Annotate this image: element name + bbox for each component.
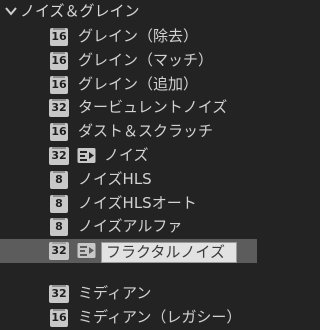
effect-item-fractal-noise[interactable]: 32 フラクタルノイズ [0,239,257,263]
animation-preset-icon [77,148,96,163]
effect-item-noise-alpha[interactable]: 8 ノイズアルファ [0,215,257,239]
bpc-16-icon: 16 [50,75,68,94]
effect-label: ノイズ [104,146,149,164]
effect-label: ノイズHLS [78,169,152,188]
bpc-32-icon: 32 [49,285,69,303]
bpc-8-icon: 8 [50,194,68,213]
effect-label: グレイン（追加） [78,74,199,93]
category-label: ノイズ＆グレイン [20,2,140,20]
effects-presets-panel: ノイズ＆グレイン 16 グレイン（除去） 16 グレイン（マッチ） 16 グレイ… [0,0,257,330]
effect-label: グレイン（除去） [78,27,199,45]
bpc-32-icon: 32 [49,242,69,260]
effect-item-noise-hls[interactable]: 8 ノイズHLS [0,168,257,192]
effect-item-grain-match[interactable]: 16 グレイン（マッチ） [0,49,257,73]
effect-item-median[interactable]: 32 ミディアン [0,282,257,306]
effect-item-turbulent-noise[interactable]: 32 タービュレントノイズ [0,96,257,120]
effect-item-grain-remove[interactable]: 16 グレイン（除去） [0,25,257,49]
chevron-down-icon[interactable] [4,4,18,18]
effect-label: ミディアン（レガシー） [78,307,242,326]
effect-item-median-legacy[interactable]: 16 ミディアン（レガシー） [0,306,257,330]
category-noise-grain[interactable]: ノイズ＆グレイン [0,0,257,23]
effect-label: ノイズHLSオート [78,193,197,212]
effect-item-dust-scratches[interactable]: 16 ダスト＆スクラッチ [0,120,257,144]
effect-label: ミディアン [78,284,152,302]
bpc-32-icon: 32 [49,147,69,165]
effect-label: ノイズアルファ [78,217,183,236]
effect-label: グレイン（マッチ） [78,50,214,69]
effect-label: タービュレントノイズ [78,98,228,117]
animation-preset-icon [77,243,96,258]
bpc-32-icon: 32 [49,99,69,118]
bpc-16-icon: 16 [50,28,68,46]
effect-label: ダスト＆スクラッチ [78,122,214,141]
bpc-16-icon: 16 [50,308,68,327]
bpc-8-icon: 8 [50,170,68,189]
effect-item-noise-hls-auto[interactable]: 8 ノイズHLSオート [0,192,257,216]
effect-name-edit-field[interactable]: フラクタルノイズ [101,242,237,263]
bpc-8-icon: 8 [50,218,68,237]
effect-item-grain-add[interactable]: 16 グレイン（追加） [0,73,257,97]
bpc-16-icon: 16 [50,51,68,70]
bpc-16-icon: 16 [50,123,68,142]
effect-item-noise[interactable]: 32 ノイズ [0,144,257,168]
